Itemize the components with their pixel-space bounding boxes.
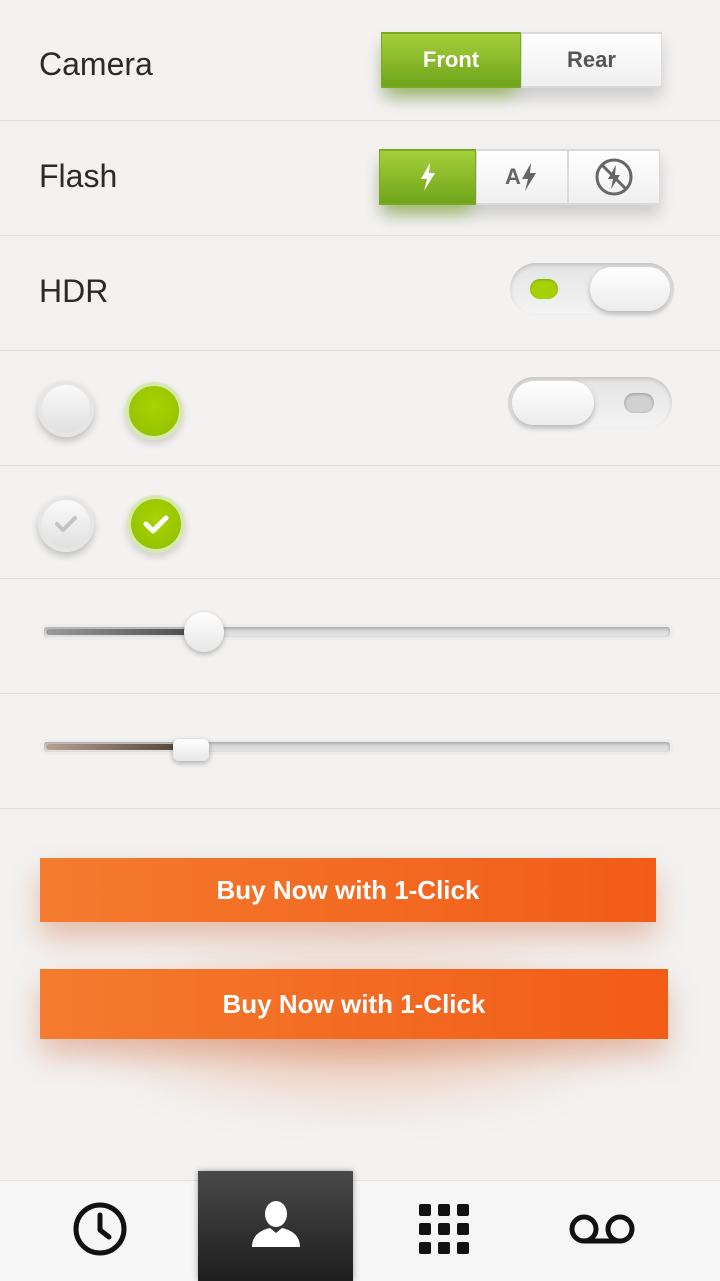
tab-keypad[interactable] [364, 1181, 524, 1281]
flash-on-button[interactable] [379, 149, 476, 205]
dialpad-icon [417, 1202, 471, 1261]
tab-voicemail[interactable] [522, 1181, 682, 1281]
voicemail-icon [569, 1212, 635, 1251]
slider-1-track[interactable] [41, 624, 673, 640]
camera-label: Camera [39, 46, 153, 82]
secondary-toggle-knob [512, 381, 594, 425]
slider-2-track[interactable] [41, 739, 673, 755]
radio-row [0, 351, 720, 466]
tab-bar [0, 1171, 720, 1281]
camera-rear-button[interactable]: Rear [521, 32, 662, 88]
secondary-toggle-indicator [624, 393, 654, 413]
tab-recents[interactable] [20, 1181, 180, 1281]
slider-2-fill [46, 744, 194, 750]
hdr-label: HDR [39, 273, 109, 309]
checkmark-icon [143, 515, 169, 534]
checkbox-unchecked[interactable] [38, 496, 94, 552]
contact-icon [249, 1199, 303, 1254]
flash-off-icon [594, 157, 634, 197]
checkmark-icon [55, 516, 77, 532]
checkbox-checked[interactable] [127, 495, 185, 553]
tab-contacts[interactable] [198, 1171, 353, 1281]
slider-1-thumb[interactable] [184, 612, 224, 652]
camera-segmented-control: Front Rear [381, 32, 662, 88]
hdr-toggle-knob [590, 267, 670, 311]
flash-label: Flash [39, 158, 118, 194]
buy-now-button-1[interactable]: Buy Now with 1-Click [40, 858, 656, 922]
flash-auto-button[interactable]: A [476, 149, 568, 205]
buy-now-button-2[interactable]: Buy Now with 1-Click [40, 969, 668, 1039]
flash-off-button[interactable] [568, 149, 660, 205]
checkbox-row [0, 466, 720, 579]
radio-selected[interactable] [125, 382, 183, 440]
clock-icon [72, 1201, 128, 1262]
auto-flash-icon: A [505, 162, 539, 192]
camera-front-button[interactable]: Front [381, 32, 521, 88]
hdr-toggle-indicator [530, 279, 558, 299]
secondary-toggle[interactable] [508, 377, 672, 429]
radio-unselected[interactable] [38, 381, 94, 437]
hdr-row: HDR [0, 236, 720, 351]
slider-1-fill [46, 629, 207, 635]
slider-2-thumb[interactable] [173, 739, 209, 761]
flash-segmented-control: A [379, 149, 660, 205]
bolt-icon [418, 162, 438, 192]
slider-row-2 [0, 694, 720, 809]
camera-row: Camera Front Rear [0, 0, 720, 121]
hdr-toggle[interactable] [510, 263, 674, 315]
flash-row: Flash A [0, 121, 720, 236]
slider-row-1 [0, 579, 720, 694]
